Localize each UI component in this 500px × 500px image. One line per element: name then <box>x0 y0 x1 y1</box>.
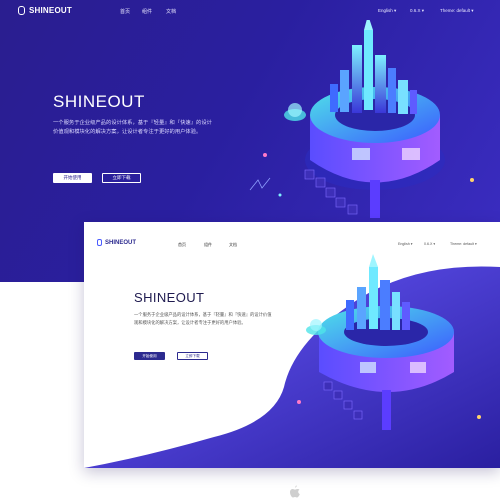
brand-name: SHINEOUT <box>29 6 72 15</box>
preview-language-select[interactable]: English ▾ <box>398 242 413 246</box>
get-started-button[interactable]: 开始使用 <box>53 173 92 183</box>
preview-nav-item-components[interactable]: 组件 <box>204 242 212 248</box>
theme-select[interactable]: Theme: default ▾ <box>440 8 474 14</box>
preview-description: 一个服务于企业级产品的设计体系，基于『轻量』和『快速』的设计价值观和模块化的解决… <box>134 312 272 325</box>
nav-item-home[interactable]: 首页 <box>120 8 130 15</box>
preview-download-button[interactable]: 立即下载 <box>177 352 208 360</box>
preview-nav-item-home[interactable]: 首页 <box>178 242 186 248</box>
language-select[interactable]: English ▾ <box>378 8 396 14</box>
logo-icon <box>18 6 25 15</box>
preview-logo[interactable]: SHINEOUT <box>97 239 136 246</box>
chevron-down-icon: ▾ <box>410 242 413 246</box>
top-navbar: SHINEOUT 首页 组件 文档 English ▾ 0.6.X ▾ Them… <box>0 0 500 22</box>
preview-version-select[interactable]: 0.6.X ▾ <box>424 242 435 246</box>
logo-icon <box>97 239 102 246</box>
preview-background-shape <box>84 254 500 468</box>
chevron-down-icon: ▾ <box>474 242 477 246</box>
hero-title: SHINEOUT <box>53 92 145 111</box>
chevron-down-icon: ▾ <box>421 8 425 13</box>
chevron-down-icon: ▾ <box>471 8 474 13</box>
website-preview-card: SHINEOUT 首页 组件 文档 English ▾ 0.6.X ▾ Them… <box>84 222 500 468</box>
apple-icon <box>290 485 300 498</box>
isometric-city-illustration <box>249 20 474 218</box>
chevron-down-icon: ▾ <box>394 8 397 13</box>
nav-item-docs[interactable]: 文档 <box>166 8 176 15</box>
hero-description: 一个服务于企业级产品的设计体系，基于『轻量』和『快速』的设计价值观和模块化的解决… <box>53 120 212 135</box>
chevron-down-icon: ▾ <box>433 242 436 246</box>
preview-brand-name: SHINEOUT <box>105 239 137 246</box>
preview-get-started-button[interactable]: 开始使用 <box>134 352 165 360</box>
version-select[interactable]: 0.6.X ▾ <box>410 8 424 14</box>
preview-title: SHINEOUT <box>134 290 205 305</box>
download-button[interactable]: 立即下载 <box>102 173 141 183</box>
nav-item-components[interactable]: 组件 <box>142 8 152 15</box>
preview-nav-item-docs[interactable]: 文档 <box>229 242 237 248</box>
preview-theme-select[interactable]: Theme: default ▾ <box>450 242 477 246</box>
logo[interactable]: SHINEOUT <box>18 6 72 15</box>
